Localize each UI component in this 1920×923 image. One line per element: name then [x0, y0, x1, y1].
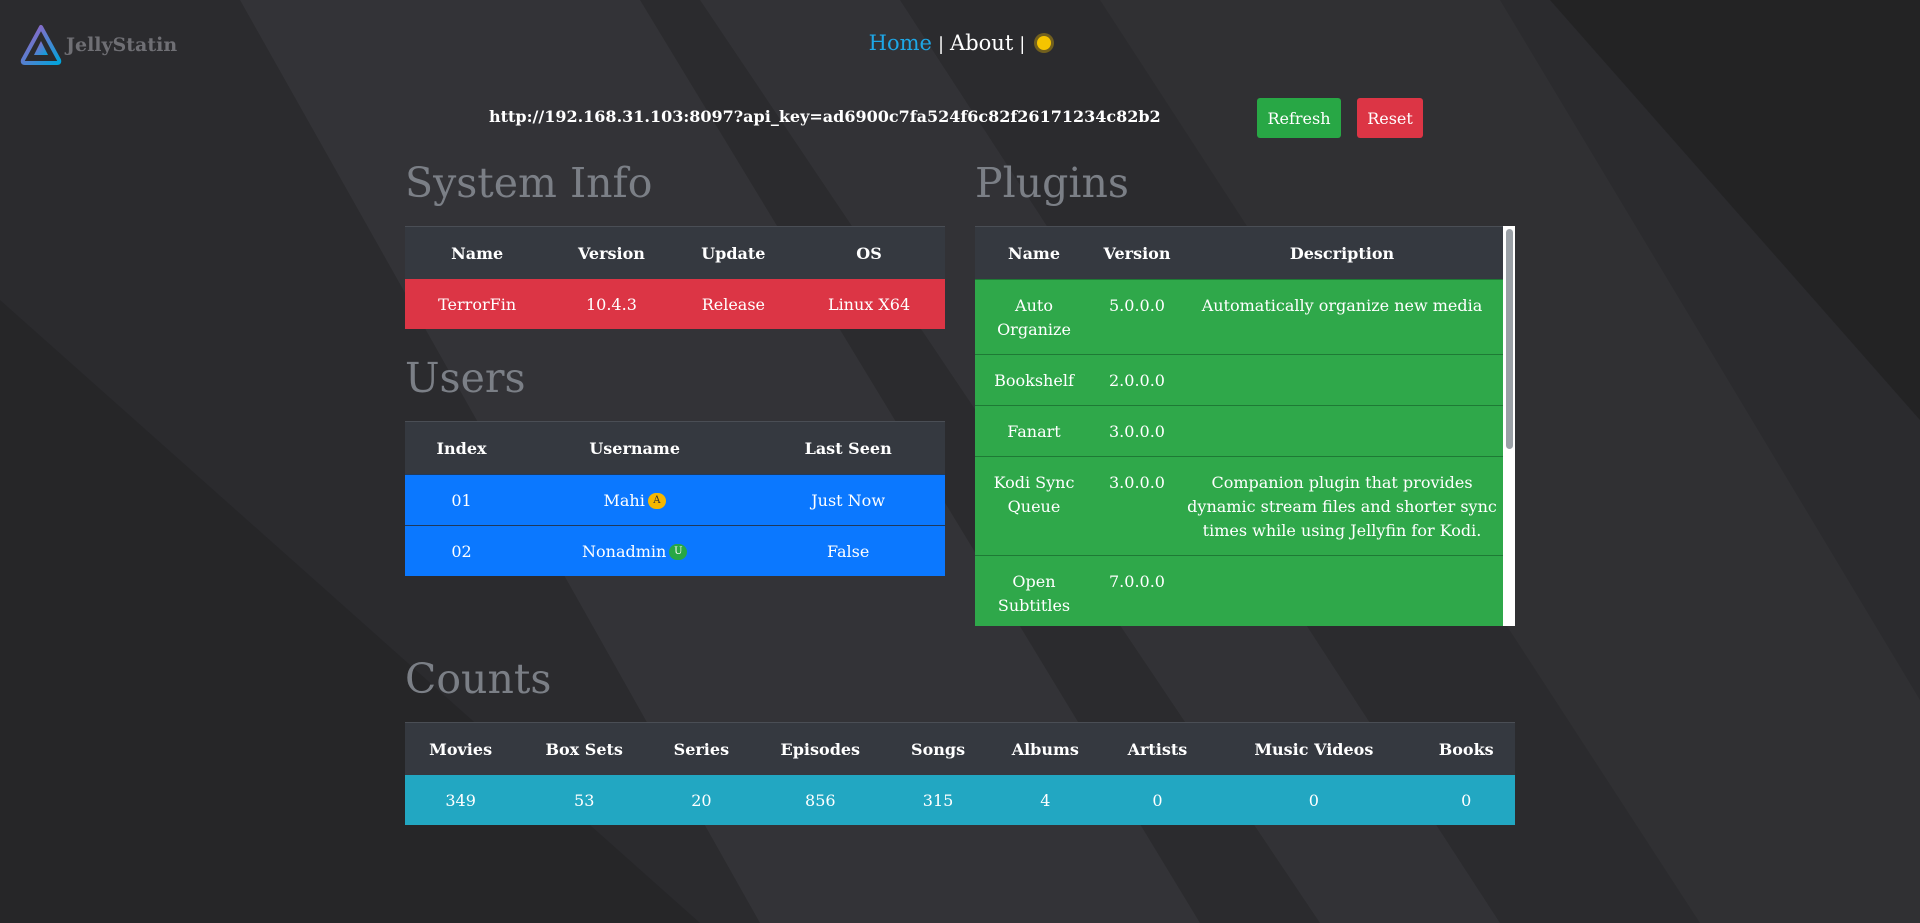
table-cell: 3.0.0.0	[1093, 405, 1181, 457]
table-cell: Linux X64	[793, 279, 945, 329]
nav-home-link[interactable]: Home	[869, 31, 932, 55]
table-cell: Mahi A	[518, 474, 752, 526]
table-cell: Auto Organize	[975, 279, 1093, 355]
table-cell: 349	[405, 775, 517, 825]
users-table: Index Username Last Seen 01 Mahi A Just N…	[405, 421, 945, 576]
column-header: Version	[1093, 226, 1181, 280]
table-cell: 0	[1417, 775, 1515, 825]
system-info-title: System Info	[405, 159, 653, 207]
admin-badge: A	[647, 493, 666, 509]
column-header: Songs	[890, 722, 987, 775]
table-cell: 02	[405, 525, 519, 576]
table-cell: False	[751, 525, 945, 576]
table-header-row: Name Version Update OS	[405, 226, 945, 279]
table-cell: TerrorFin	[405, 279, 550, 329]
nav-separator: |	[1019, 34, 1026, 55]
table-cell: 4	[986, 775, 1105, 825]
column-header: OS	[793, 226, 945, 279]
table-cell: 315	[890, 775, 987, 825]
table-cell: 2.0.0.0	[1093, 354, 1181, 406]
table-cell: Companion plugin that provides dynamic s…	[1181, 456, 1503, 556]
table-cell: Bookshelf	[975, 354, 1093, 406]
table-cell: 7.0.0.0	[1093, 555, 1181, 626]
username: Nonadmin	[582, 541, 667, 561]
table-cell: 01	[405, 474, 519, 526]
table-row: Open Subtitles 7.0.0.0	[975, 555, 1503, 626]
column-header: Version	[549, 226, 674, 279]
counts-table: Movies Box Sets Series Episodes Songs Al…	[405, 722, 1515, 825]
table-header-row: Movies Box Sets Series Episodes Songs Al…	[405, 722, 1515, 775]
column-header: Name	[405, 226, 550, 279]
table-header-row: Index Username Last Seen	[405, 421, 945, 475]
system-info-table: Name Version Update OS TerrorFin 10.4.3 …	[405, 226, 945, 329]
nav-about-link[interactable]: About	[950, 31, 1013, 55]
table-cell	[1181, 354, 1503, 406]
counts-title: Counts	[405, 655, 552, 703]
table-cell: 10.4.3	[549, 279, 674, 329]
plugins-scroll-container[interactable]: Name Version Description Auto Organize 5…	[975, 226, 1515, 626]
column-header: Update	[673, 226, 794, 279]
table-row: Kodi Sync Queue 3.0.0.0 Companion plugin…	[975, 456, 1503, 556]
table-cell: 0	[1210, 775, 1418, 825]
user-badge: U	[669, 544, 688, 560]
column-header: Last Seen	[751, 421, 945, 475]
table-cell: 20	[652, 775, 751, 825]
reset-button[interactable]: Reset	[1357, 98, 1423, 138]
column-header: Music Videos	[1210, 722, 1418, 775]
sun-icon[interactable]	[1037, 35, 1052, 50]
table-cell: Kodi Sync Queue	[975, 456, 1093, 556]
table-cell: Fanart	[975, 405, 1093, 457]
plugins-scrollbar[interactable]	[1503, 226, 1515, 626]
table-cell: Automatically organize new media	[1181, 279, 1503, 355]
table-cell: 856	[750, 775, 891, 825]
table-cell: 53	[516, 775, 653, 825]
scrollbar-thumb[interactable]	[1506, 229, 1513, 449]
table-row: 349 53 20 856 315 4 0 0 0	[405, 775, 1515, 825]
column-header: Movies	[405, 722, 517, 775]
column-header: Artists	[1104, 722, 1211, 775]
table-row: TerrorFin 10.4.3 Release Linux X64	[405, 279, 945, 329]
table-cell	[1181, 405, 1503, 457]
table-row: Bookshelf 2.0.0.0	[975, 354, 1503, 406]
refresh-button[interactable]: Refresh	[1257, 98, 1341, 138]
table-cell: Nonadmin U	[518, 525, 752, 576]
table-cell: 0	[1104, 775, 1211, 825]
column-header: Name	[975, 226, 1093, 280]
top-nav: Home | About |	[0, 31, 1920, 55]
table-cell: Release	[673, 279, 794, 329]
server-url: http://192.168.31.103:8097?api_key=ad690…	[489, 107, 1161, 126]
column-header: Books	[1417, 722, 1515, 775]
users-title: Users	[405, 354, 526, 402]
table-header-row: Name Version Description	[975, 226, 1503, 280]
nav-separator: |	[937, 34, 945, 55]
column-header: Series	[652, 722, 751, 775]
column-header: Index	[405, 421, 519, 475]
table-row: Auto Organize 5.0.0.0 Automatically orga…	[975, 279, 1503, 355]
plugins-table: Name Version Description Auto Organize 5…	[975, 226, 1503, 626]
column-header: Albums	[986, 722, 1105, 775]
table-cell: Open Subtitles	[975, 555, 1093, 626]
table-cell: 5.0.0.0	[1093, 279, 1181, 355]
table-cell: Just Now	[751, 474, 945, 526]
table-cell: 3.0.0.0	[1093, 456, 1181, 556]
column-header: Description	[1181, 226, 1503, 280]
table-row: Fanart 3.0.0.0	[975, 405, 1503, 457]
plugins-title: Plugins	[975, 159, 1129, 207]
table-cell	[1181, 555, 1503, 626]
column-header: Episodes	[750, 722, 891, 775]
column-header: Username	[518, 421, 752, 475]
username: Mahi	[603, 490, 645, 510]
column-header: Box Sets	[516, 722, 653, 775]
table-row: 02 Nonadmin U False	[405, 525, 945, 576]
table-row: 01 Mahi A Just Now	[405, 474, 945, 526]
